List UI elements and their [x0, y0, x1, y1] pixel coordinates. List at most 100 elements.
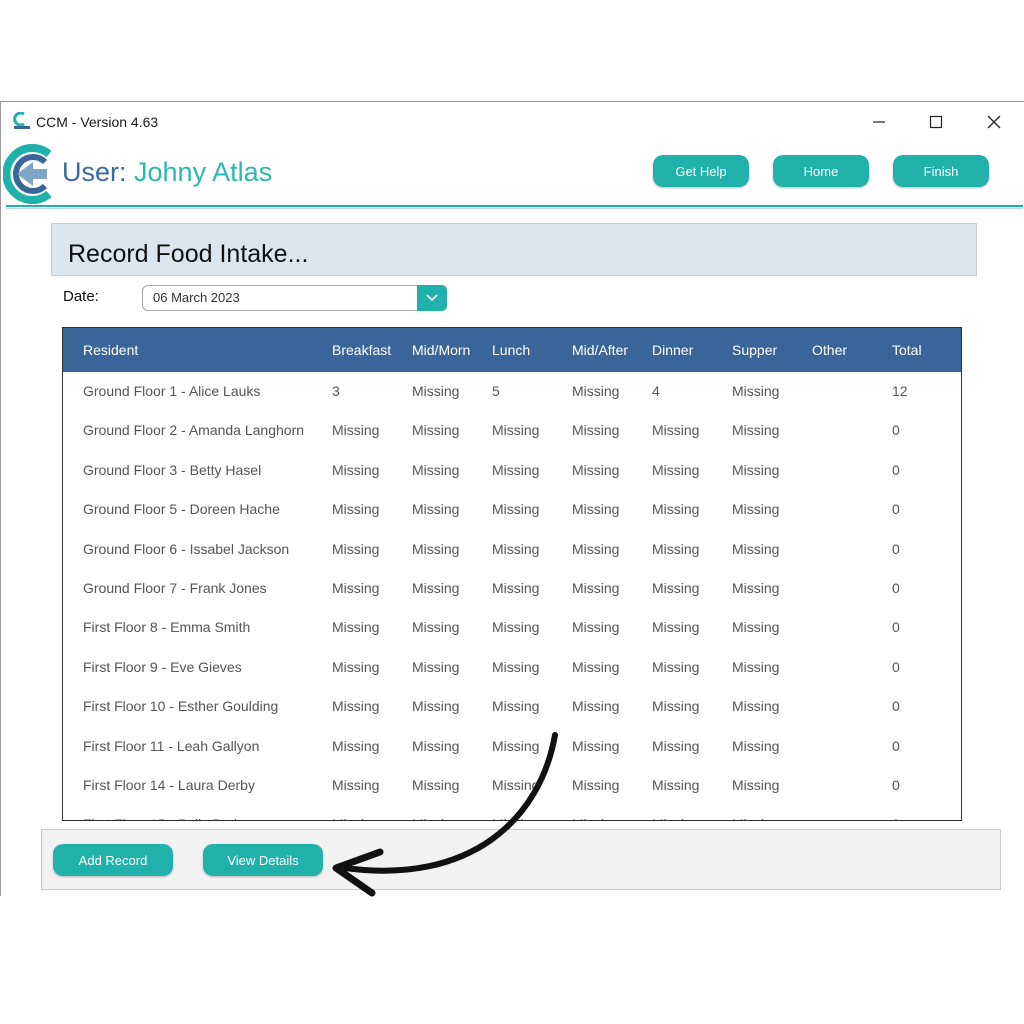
table-row[interactable]: Ground Floor 2 - Amanda Langhorn Missing M… — [63, 411, 961, 450]
cell-supper: Missing — [732, 383, 780, 399]
cell-breakfast: 3 — [332, 383, 340, 399]
cell-mid-morn: Missing — [412, 658, 460, 675]
column-header-other[interactable]: Other — [812, 342, 847, 358]
cell-lunch: Missing — [492, 461, 540, 478]
column-header-dinner[interactable]: Dinner — [652, 342, 693, 358]
close-button[interactable] — [971, 108, 1017, 136]
cell-mid-morn: Missing — [412, 501, 460, 518]
column-header-supper[interactable]: Supper — [732, 342, 777, 358]
cell-mid-morn: Missing — [412, 777, 460, 793]
cell-breakfast: Missing — [332, 580, 380, 596]
get-help-button[interactable]: Get Help — [653, 155, 749, 187]
user-label: User: Johny Atlas — [62, 157, 272, 188]
cell-mid-after: Missing — [572, 737, 620, 754]
finish-button[interactable]: Finish — [893, 155, 989, 187]
table-row[interactable]: First Floor 10 - Esther Goulding Missing M… — [63, 687, 961, 726]
cell-breakfast: Missing — [332, 777, 380, 793]
cell-dinner: Missing — [652, 737, 700, 754]
maximize-button[interactable] — [913, 108, 959, 136]
page-title-panel: Record Food Intake... — [51, 223, 977, 276]
cell-total: 0 — [892, 777, 900, 793]
date-dropdown[interactable]: 06 March 2023 — [142, 285, 447, 311]
table-row[interactable]: First Floor 9 - Eve Gieves Missing Missing… — [63, 648, 961, 687]
cell-supper: Missing — [732, 619, 780, 636]
title-bar: CCM - Version 4.63 — [1, 102, 1023, 140]
table-header: Resident Breakfast Mid/Morn Lunch Mid/After D… — [63, 328, 961, 372]
cell-resident: Ground Floor 3 - Betty Hasel — [83, 461, 262, 478]
column-header-mid-morn[interactable]: Mid/Morn — [412, 342, 470, 358]
table-row[interactable]: Ground Floor 5 - Doreen Hache Missing Miss… — [63, 490, 961, 529]
header-divider-light — [6, 208, 1023, 209]
cell-lunch: Missing — [492, 698, 540, 715]
cell-resident: First Floor 15 - Polly Parks — [83, 816, 248, 820]
cell-resident: First Floor 11 - Leah Gallyon — [83, 737, 260, 754]
cell-mid-morn: Missing — [412, 737, 460, 754]
cell-dinner: Missing — [652, 777, 700, 793]
app-window: CCM - Version 4.63 User: Johny Atlas Get… — [0, 101, 1024, 896]
cell-dinner: Missing — [652, 422, 700, 439]
cell-supper: Missing — [732, 777, 780, 793]
minimize-button[interactable] — [856, 108, 902, 136]
maximize-icon — [929, 115, 943, 129]
cell-breakfast: Missing — [332, 540, 380, 557]
table-row[interactable]: First Floor 15 - Polly Parks Missing Missi… — [63, 805, 961, 820]
cell-mid-morn: Missing — [412, 383, 460, 399]
cell-dinner: 4 — [652, 383, 660, 399]
cell-lunch: Missing — [492, 540, 540, 557]
cell-dinner: Missing — [652, 698, 700, 715]
cell-total: 0 — [892, 619, 900, 636]
cell-dinner: Missing — [652, 658, 700, 675]
cell-mid-after: Missing — [572, 540, 620, 557]
cell-mid-morn: Missing — [412, 816, 459, 820]
table-row[interactable]: Ground Floor 6 - Issabel Jackson Missing M… — [63, 530, 961, 569]
cell-breakfast: Missing — [332, 461, 380, 478]
column-header-total[interactable]: Total — [892, 342, 922, 358]
date-dropdown-button[interactable] — [417, 285, 447, 311]
home-button[interactable]: Home — [773, 155, 869, 187]
cell-mid-after: Missing — [572, 658, 620, 675]
cell-mid-after: Missing — [572, 619, 620, 636]
date-label: Date: — [63, 288, 99, 305]
cell-lunch: Missing — [492, 777, 540, 793]
table-row[interactable]: Ground Floor 7 - Frank Jones Missing Missi… — [63, 569, 961, 608]
table-row[interactable]: Ground Floor 1 - Alice Lauks 3 Missing 5 Mis… — [63, 372, 961, 411]
app-header: User: Johny Atlas Get Help Home Finish — [1, 140, 1023, 208]
cell-supper: Missing — [732, 461, 780, 478]
column-header-lunch[interactable]: Lunch — [492, 342, 530, 358]
cell-breakfast: Missing — [332, 816, 379, 820]
cell-total: 0 — [892, 816, 900, 820]
cell-dinner: Missing — [652, 580, 700, 596]
cell-mid-after: Missing — [572, 816, 619, 820]
table-row[interactable]: First Floor 8 - Emma Smith Missing Missing… — [63, 608, 961, 647]
cell-total: 0 — [892, 461, 900, 478]
cell-mid-after: Missing — [572, 777, 620, 793]
cell-dinner: Missing — [652, 619, 700, 636]
cell-resident: Ground Floor 7 - Frank Jones — [83, 580, 267, 596]
cell-supper: Missing — [732, 737, 780, 754]
cell-resident: First Floor 14 - Laura Derby — [83, 777, 255, 793]
column-header-resident[interactable]: Resident — [83, 342, 138, 358]
cell-lunch: Missing — [492, 580, 540, 596]
minimize-icon — [873, 121, 885, 123]
table-row[interactable]: First Floor 14 - Laura Derby Missing Missi… — [63, 766, 961, 805]
column-header-mid-after[interactable]: Mid/After — [572, 342, 628, 358]
table-row[interactable]: First Floor 11 - Leah Gallyon Missing Miss… — [63, 727, 961, 766]
column-header-breakfast[interactable]: Breakfast — [332, 342, 391, 358]
cell-mid-morn: Missing — [412, 698, 460, 715]
food-intake-table: Resident Breakfast Mid/Morn Lunch Mid/After D… — [62, 327, 962, 821]
cell-total: 0 — [892, 422, 900, 439]
cell-resident: Ground Floor 5 - Doreen Hache — [83, 501, 280, 518]
view-details-button[interactable]: View Details — [203, 844, 323, 876]
cell-mid-after: Missing — [572, 580, 620, 596]
table-row[interactable]: Ground Floor 3 - Betty Hasel Missing Missi… — [63, 451, 961, 490]
cell-breakfast: Missing — [332, 501, 380, 518]
cell-mid-morn: Missing — [412, 540, 460, 557]
cell-supper: Missing — [732, 580, 780, 596]
cell-resident: First Floor 9 - Eve Gieves — [83, 658, 242, 675]
add-record-button[interactable]: Add Record — [53, 844, 173, 876]
cell-dinner: Missing — [652, 461, 700, 478]
app-logo-icon — [13, 112, 30, 129]
cell-supper: Missing — [732, 658, 780, 675]
cell-breakfast: Missing — [332, 658, 380, 675]
chevron-down-icon — [426, 294, 438, 302]
